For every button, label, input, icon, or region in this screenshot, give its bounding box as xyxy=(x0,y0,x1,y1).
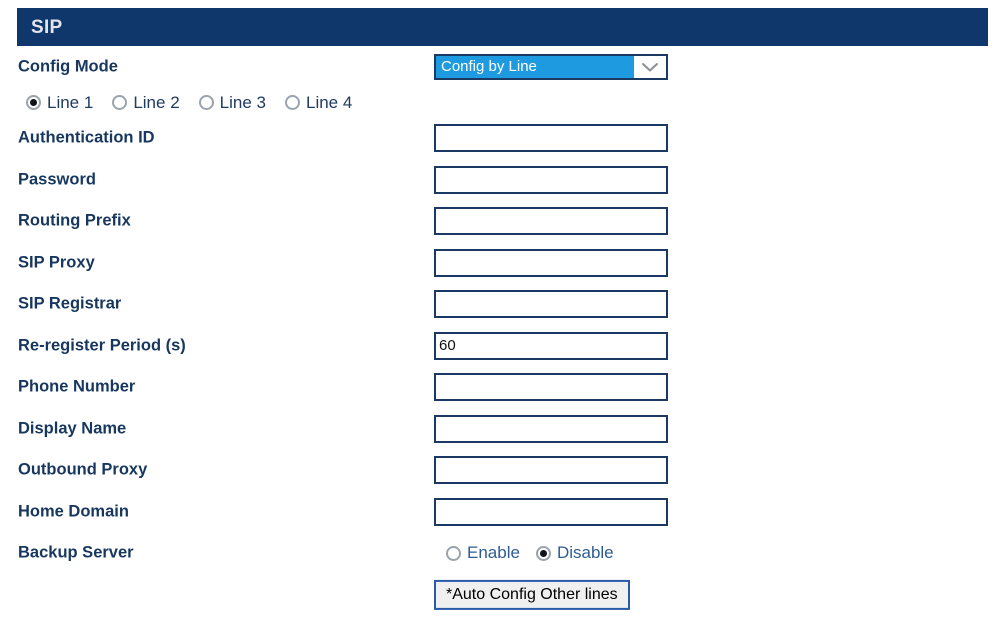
line-radio-label-0: Line 1 xyxy=(47,92,94,112)
line-radio-option-1[interactable]: Line 2 xyxy=(112,92,180,113)
authentication-id-input[interactable] xyxy=(434,124,668,153)
home-domain-label: Home Domain xyxy=(18,502,129,521)
row-routing-prefix: Routing Prefix xyxy=(0,201,1000,243)
sip-settings-page: SIP Config Mode Config by Line Line 1 Li… xyxy=(0,0,1000,637)
sip-registrar-label: SIP Registrar xyxy=(18,294,122,313)
section-header: SIP xyxy=(17,8,988,46)
home-domain-control xyxy=(434,497,668,526)
row-password: Password xyxy=(0,159,1000,201)
backup-server-label: Backup Server xyxy=(18,543,134,562)
row-phone-number: Phone Number xyxy=(0,367,1000,409)
line-radio-label-2: Line 3 xyxy=(219,92,266,112)
outbound-proxy-input[interactable] xyxy=(434,456,668,485)
config-mode-select[interactable]: Config by Line xyxy=(434,53,668,80)
authentication-id-control xyxy=(434,124,668,153)
line-radio-option-0[interactable]: Line 1 xyxy=(26,93,93,113)
routing-prefix-input[interactable] xyxy=(434,207,668,236)
config-mode-label: Config Mode xyxy=(18,57,118,76)
auto-config-other-lines-button[interactable]: *Auto Config Other lines xyxy=(434,579,630,610)
phone-number-input[interactable] xyxy=(434,373,668,402)
row-sip-registrar: SIP Registrar xyxy=(0,284,1000,326)
password-input[interactable] xyxy=(434,165,668,194)
display-name-label: Display Name xyxy=(18,419,127,438)
auto-config-control: *Auto Config Other lines xyxy=(434,579,630,610)
backup-server-control: Enable Disable xyxy=(434,543,630,563)
row-sip-proxy: SIP Proxy xyxy=(0,242,1000,284)
sip-registrar-control xyxy=(434,290,668,319)
display-name-input[interactable] xyxy=(434,414,668,443)
password-control xyxy=(434,165,668,194)
home-domain-input[interactable] xyxy=(434,497,668,526)
display-name-control xyxy=(434,414,668,443)
phone-number-label: Phone Number xyxy=(18,377,136,396)
sip-proxy-input[interactable] xyxy=(434,248,668,277)
radio-indicator[interactable] xyxy=(535,545,551,561)
backup-server-radio-group: Enable Disable xyxy=(446,543,630,563)
radio-indicator[interactable] xyxy=(112,95,128,110)
line-selector-group: Line 1 Line 2 Line 3 Line 4 xyxy=(0,88,1000,118)
re-register-period-control xyxy=(434,331,668,360)
authentication-id-label: Authentication ID xyxy=(18,128,155,147)
backup-server-option-disable[interactable]: Disable xyxy=(535,543,614,563)
row-auto-config: *Auto Config Other lines xyxy=(0,574,1000,616)
row-display-name: Display Name xyxy=(0,408,1000,450)
sip-form: Config Mode Config by Line Line 1 Line 2… xyxy=(0,46,1000,616)
line-radio-label-3: Line 4 xyxy=(305,92,353,112)
backup-server-option-enable[interactable]: Enable xyxy=(446,543,520,563)
line-radio-option-3[interactable]: Line 4 xyxy=(284,92,353,113)
page-title: SIP xyxy=(31,16,63,38)
radio-indicator[interactable] xyxy=(446,545,461,561)
routing-prefix-control xyxy=(434,207,668,236)
radio-indicator[interactable] xyxy=(26,95,41,110)
radio-indicator[interactable] xyxy=(284,95,300,110)
backup-server-label-enable: Enable xyxy=(467,543,520,563)
line-radio-label-1: Line 2 xyxy=(133,92,180,112)
backup-server-label-disable: Disable xyxy=(556,543,614,563)
phone-number-control xyxy=(434,373,668,402)
routing-prefix-label: Routing Prefix xyxy=(18,211,131,230)
sip-proxy-label: SIP Proxy xyxy=(18,253,95,272)
chevron-down-icon[interactable] xyxy=(634,55,666,78)
row-authentication-id: Authentication ID xyxy=(0,118,1000,160)
sip-proxy-control xyxy=(434,248,668,277)
re-register-period-label: Re-register Period (s) xyxy=(18,336,186,355)
config-mode-selected-value: Config by Line xyxy=(436,55,634,78)
sip-registrar-input[interactable] xyxy=(434,290,668,319)
password-label: Password xyxy=(18,170,96,189)
line-radio-option-2[interactable]: Line 3 xyxy=(198,92,266,113)
outbound-proxy-label: Outbound Proxy xyxy=(18,460,148,479)
radio-indicator[interactable] xyxy=(198,95,214,110)
row-re-register-period: Re-register Period (s) xyxy=(0,325,1000,367)
row-config-mode: Config Mode Config by Line xyxy=(0,46,1000,88)
row-outbound-proxy: Outbound Proxy xyxy=(0,450,1000,492)
row-home-domain: Home Domain xyxy=(0,491,1000,533)
config-mode-control: Config by Line xyxy=(434,53,668,80)
outbound-proxy-control xyxy=(434,456,668,485)
re-register-period-input[interactable] xyxy=(434,331,668,360)
row-backup-server: Backup Server Enable Disable xyxy=(0,533,1000,575)
